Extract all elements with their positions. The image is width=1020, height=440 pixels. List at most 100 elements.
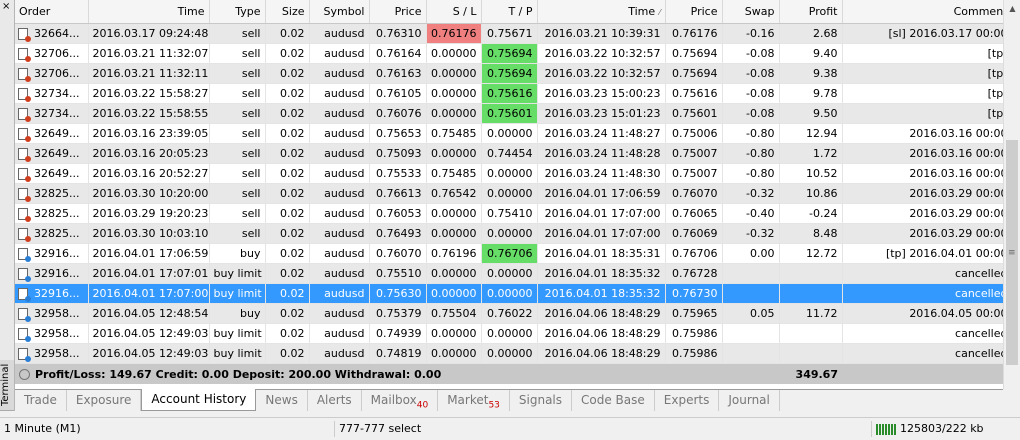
table-row[interactable]: 32706... 2016.03.21 11:32:07 sell 0.02 audus…: [15, 43, 1003, 64]
ctime-cell: 2016.04.01 17:07:00: [537, 203, 666, 224]
profit-cell: 2.68: [779, 23, 843, 44]
vertical-scrollbar[interactable]: ▲ ≡: [1003, 0, 1020, 389]
tab-badge: 40: [416, 400, 429, 411]
type-cell: sell: [209, 223, 266, 244]
tab-experts[interactable]: Experts: [655, 390, 720, 411]
sell-order-icon: [18, 208, 31, 222]
buy-order-icon: [18, 288, 31, 302]
col-tp[interactable]: T / P: [481, 0, 538, 24]
cprice-cell: 0.75006: [665, 123, 723, 144]
table-row[interactable]: 32916... 2016.04.01 17:07:00 buy limit 0.02…: [15, 283, 1003, 304]
sl-cell: 0.00000: [426, 43, 482, 64]
tab-signals[interactable]: Signals: [510, 390, 573, 411]
profit-cell: 12.94: [779, 123, 843, 144]
close-icon[interactable]: ×: [2, 2, 10, 12]
tab-label: Trade: [24, 393, 57, 407]
swap-cell: [722, 343, 780, 364]
table-row[interactable]: 32958... 2016.04.05 12:49:03 buy limit 0.02…: [15, 323, 1003, 344]
col-order[interactable]: Order: [15, 0, 89, 24]
tab-news[interactable]: News: [256, 390, 308, 411]
symbol-cell: audusd: [309, 263, 370, 284]
symbol-cell: audusd: [309, 343, 370, 364]
table-row[interactable]: 32649... 2016.03.16 20:05:23 sell 0.02 audus…: [15, 143, 1003, 164]
tab-mailbox[interactable]: Mailbox40: [362, 390, 439, 411]
tab-journal[interactable]: Journal: [719, 390, 780, 411]
connection-bars-icon: [876, 423, 896, 435]
price-cell: 0.76493: [369, 223, 427, 244]
table-row[interactable]: 32916... 2016.04.01 17:07:01 buy limit 0.02…: [15, 263, 1003, 284]
table-row[interactable]: 32825... 2016.03.29 19:20:23 sell 0.02 audus…: [15, 203, 1003, 224]
order-number: 32825...: [34, 187, 80, 200]
tab-label: Signals: [518, 393, 563, 407]
ctime-cell: 2016.03.22 10:32:57: [537, 63, 666, 84]
order-number: 32649...: [34, 167, 80, 180]
order-number: 32958...: [34, 347, 80, 360]
col-profit[interactable]: Profit: [779, 0, 843, 24]
sl-cell: 0.76196: [426, 243, 482, 264]
comment-cell: cancelled: [842, 283, 1003, 304]
tp-cell: 0.75694: [481, 43, 538, 64]
order-cell: 32916...: [15, 263, 89, 284]
tab-code-base[interactable]: Code Base: [572, 390, 655, 411]
table-row[interactable]: 32825... 2016.03.30 10:20:00 sell 0.02 audus…: [15, 183, 1003, 204]
buy-order-icon: [18, 348, 31, 362]
col-close-price[interactable]: Price: [665, 0, 723, 24]
order-number: 32916...: [34, 247, 80, 260]
profit-cell: 1.72: [779, 143, 843, 164]
comment-cell: cancelled: [842, 323, 1003, 344]
table-row[interactable]: 32825... 2016.03.30 10:03:10 sell 0.02 audus…: [15, 223, 1003, 244]
comment-cell: [tp]: [842, 83, 1003, 104]
tab-trade[interactable]: Trade: [15, 390, 67, 411]
tab-alerts[interactable]: Alerts: [308, 390, 362, 411]
col-price[interactable]: Price: [369, 0, 427, 24]
tab-account-history[interactable]: Account History: [141, 389, 257, 411]
col-comment[interactable]: Comment: [842, 0, 1003, 24]
terminal-tabs: Trade Exposure Account History News Alerts Ma…: [15, 389, 1020, 411]
col-close-time[interactable]: Time ⁄: [537, 0, 666, 24]
scroll-up-icon[interactable]: ▲: [1004, 0, 1020, 17]
tab-exposure[interactable]: Exposure: [67, 390, 142, 411]
table-row[interactable]: 32958... 2016.04.05 12:48:54 buy 0.02 audusd…: [15, 303, 1003, 324]
type-cell: sell: [209, 183, 266, 204]
symbol-cell: audusd: [309, 83, 370, 104]
type-cell: sell: [209, 203, 266, 224]
table-row[interactable]: 32649... 2016.03.16 20:52:27 sell 0.02 audus…: [15, 163, 1003, 184]
profit-cell: 12.72: [779, 243, 843, 264]
order-number: 32649...: [34, 127, 80, 140]
table-row[interactable]: 32958... 2016.04.05 12:49:03 buy limit 0.02…: [15, 343, 1003, 364]
comment-cell: cancelled: [842, 343, 1003, 364]
col-type[interactable]: Type: [209, 0, 266, 24]
table-row[interactable]: 32734... 2016.03.22 15:58:55 sell 0.02 audus…: [15, 103, 1003, 124]
cprice-cell: 0.75694: [665, 43, 723, 64]
tab-market[interactable]: Market53: [438, 390, 510, 411]
cprice-cell: 0.75007: [665, 143, 723, 164]
order-number: 32734...: [34, 107, 80, 120]
comment-cell: 2016.03.16 00:00: [842, 143, 1003, 164]
time-cell: 2016.03.16 23:39:05: [88, 123, 210, 144]
cprice-cell: 0.76070: [665, 183, 723, 204]
table-row[interactable]: 32734... 2016.03.22 15:58:27 sell 0.02 audus…: [15, 83, 1003, 104]
tp-cell: 0.75616: [481, 83, 538, 104]
size-cell: 0.02: [265, 283, 310, 304]
table-row[interactable]: 32916... 2016.04.01 17:06:59 buy 0.02 audusd…: [15, 243, 1003, 264]
status-traffic: 125803/222 kb: [872, 421, 1000, 437]
table-row[interactable]: 32706... 2016.03.21 11:32:11 sell 0.02 audus…: [15, 63, 1003, 84]
table-row[interactable]: 32664... 2016.03.17 09:24:48 sell 0.02 audus…: [15, 23, 1003, 44]
col-time[interactable]: Time: [88, 0, 210, 24]
comment-cell: 2016.04.05 00:00: [842, 303, 1003, 324]
order-cell: 32958...: [15, 303, 89, 324]
swap-cell: -0.08: [722, 83, 780, 104]
price-cell: 0.75630: [369, 283, 427, 304]
col-sl[interactable]: S / L: [426, 0, 482, 24]
table-row[interactable]: 32649... 2016.03.16 23:39:05 sell 0.02 audus…: [15, 123, 1003, 144]
time-cell: 2016.04.01 17:06:59: [88, 243, 210, 264]
col-symbol[interactable]: Symbol: [309, 0, 370, 24]
order-cell: 32664...: [15, 23, 89, 44]
col-size[interactable]: Size: [265, 0, 310, 24]
comment-cell: [sl] 2016.03.17 00:00: [842, 23, 1003, 44]
sell-order-icon: [18, 68, 31, 82]
cprice-cell: 0.76730: [665, 283, 723, 304]
order-number: 32664...: [34, 27, 80, 40]
time-cell: 2016.04.05 12:49:03: [88, 323, 210, 344]
col-swap[interactable]: Swap: [722, 0, 780, 24]
